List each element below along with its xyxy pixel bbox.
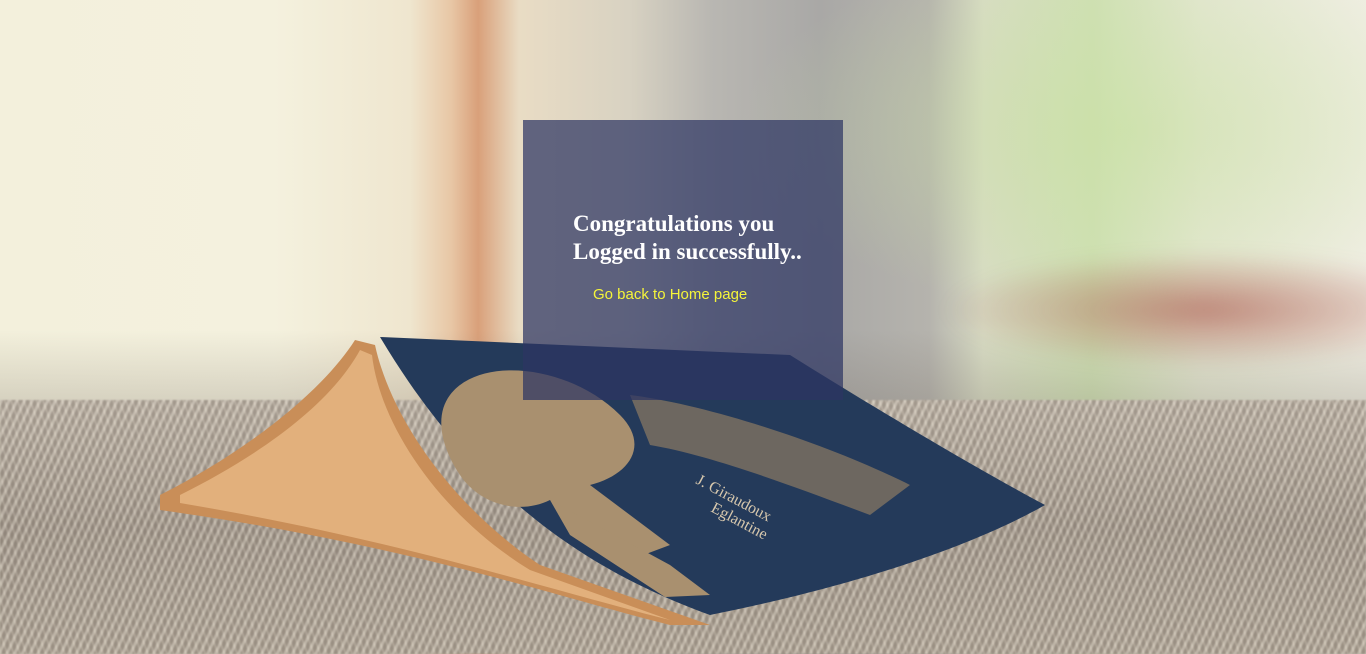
success-card: Congratulations you Logged in successful… [523,120,843,400]
success-message-title: Congratulations you Logged in successful… [573,211,802,264]
home-page-link[interactable]: Go back to Home page [593,286,747,303]
